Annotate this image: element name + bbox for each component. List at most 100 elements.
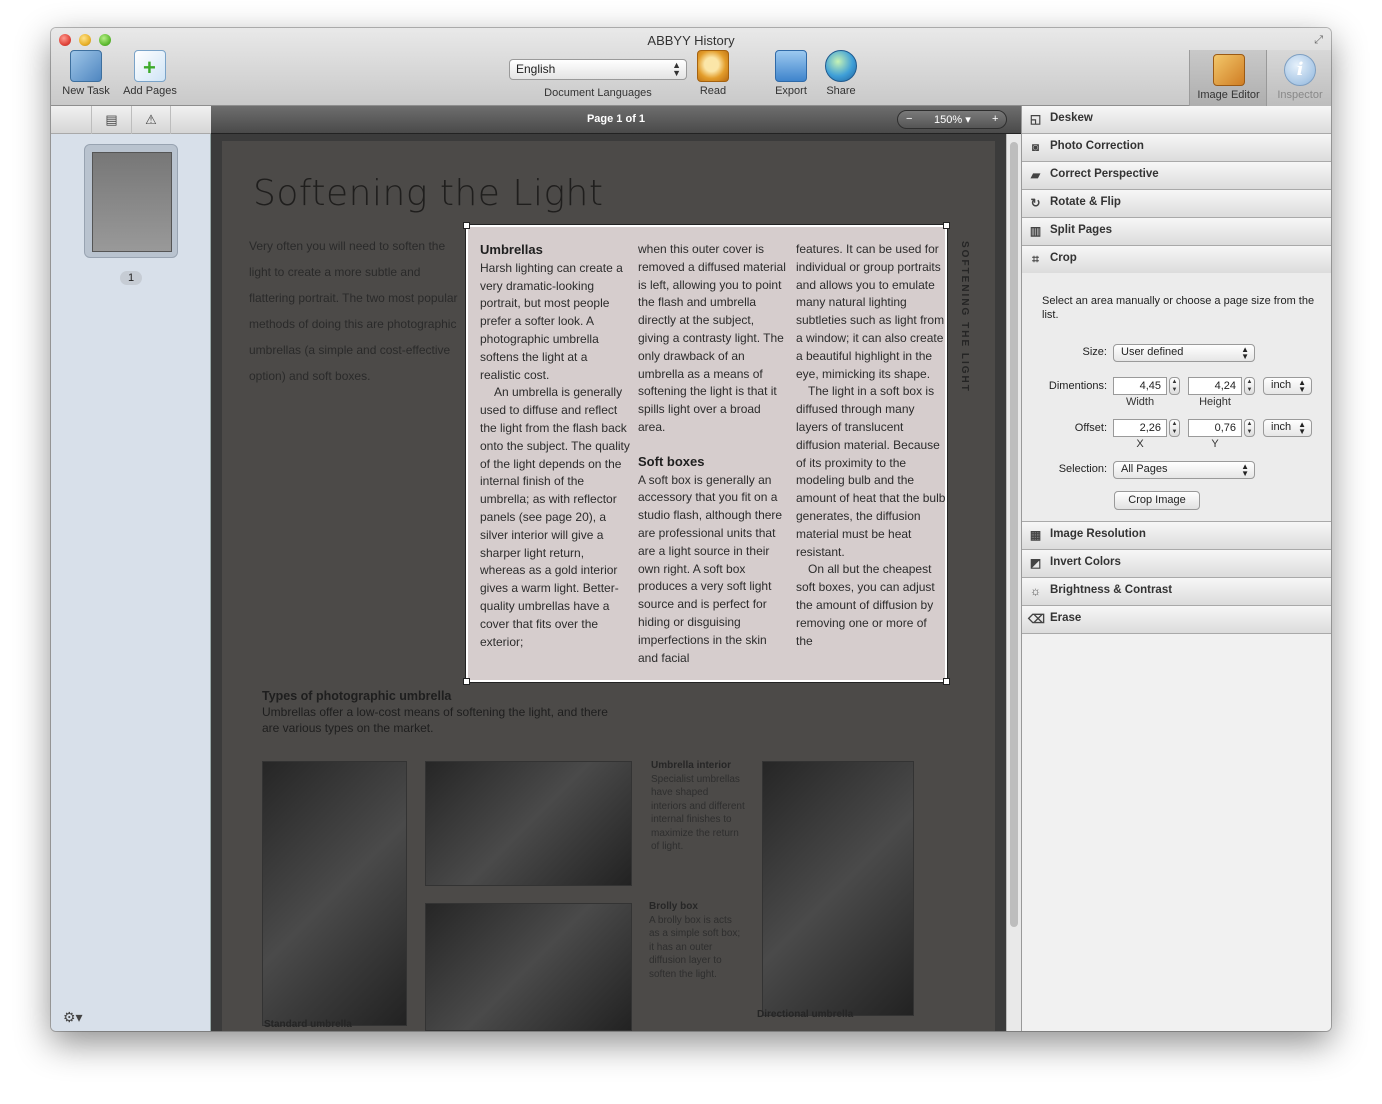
- invert-colors-section[interactable]: ◩ Invert Colors: [1022, 550, 1331, 578]
- document-languages-label: Document Languages: [544, 87, 652, 99]
- brolly-box-heading: Brolly box: [649, 901, 698, 912]
- inspector-button[interactable]: i Inspector: [1268, 54, 1331, 101]
- deskew-section[interactable]: ◱ Deskew: [1022, 106, 1331, 134]
- image-resolution-section[interactable]: ▦ Image Resolution: [1022, 522, 1331, 550]
- select-arrows-icon: ▲ ▼: [672, 60, 681, 78]
- brightness-contrast-section[interactable]: ☼ Brightness & Contrast: [1022, 578, 1331, 606]
- size-label: Size:: [1082, 346, 1107, 358]
- invert-colors-label: Invert Colors: [1050, 556, 1121, 568]
- selection-value: All Pages: [1121, 463, 1168, 475]
- width-field[interactable]: 4,45: [1113, 377, 1167, 395]
- select-arrows-icon: ▲ ▼: [1241, 345, 1249, 361]
- page-thumbnail-image: [92, 152, 172, 252]
- inspector-label: Inspector: [1277, 89, 1323, 101]
- width-stepper[interactable]: ▲ ▼: [1169, 377, 1180, 395]
- crop-handle-bottom-right[interactable]: [943, 678, 950, 685]
- crop-handle-top-right[interactable]: [943, 222, 950, 229]
- correct-perspective-label: Correct Perspective: [1050, 168, 1159, 180]
- offset-x-stepper[interactable]: ▲ ▼: [1169, 419, 1180, 437]
- share-button[interactable]: Share: [821, 50, 861, 97]
- image-editor-button[interactable]: Image Editor: [1190, 50, 1267, 106]
- correct-perspective-section[interactable]: ▰ Correct Perspective: [1022, 162, 1331, 190]
- zoom-out-button[interactable]: −: [906, 113, 912, 125]
- crop-settings: Select an area manually or choose a page…: [1022, 273, 1331, 522]
- split-pages-section[interactable]: ▥ Split Pages: [1022, 218, 1331, 246]
- column-1-text: Harsh lighting can create a very dramati…: [480, 260, 623, 382]
- new-task-button[interactable]: New Task: [59, 50, 113, 97]
- magic-wand-icon: [70, 50, 102, 82]
- umbrella-types-block: Types of photographic umbrella Umbrellas…: [262, 688, 622, 736]
- brightness-contrast-label: Brightness & Contrast: [1050, 584, 1173, 596]
- umbrella-types-heading: Types of photographic umbrella: [262, 689, 452, 703]
- offset-y-field[interactable]: 0,76: [1188, 419, 1242, 437]
- umbrellas-heading: Umbrellas: [480, 242, 543, 257]
- page-view-tab[interactable]: ▤: [91, 106, 131, 134]
- select-arrows-icon: ▲ ▼: [1298, 378, 1306, 394]
- select-arrows-icon: ▲ ▼: [1241, 462, 1249, 478]
- height-field[interactable]: 4,24: [1188, 377, 1242, 395]
- language-value: English: [516, 62, 556, 76]
- column-3: features. It can be used for individual …: [796, 241, 946, 650]
- selection-select[interactable]: All Pages ▲ ▼: [1113, 461, 1255, 479]
- zoom-level-select[interactable]: 150% ▾: [934, 113, 971, 126]
- offset-x-field[interactable]: 2,26: [1113, 419, 1167, 437]
- document-side-title: SOFTENING THE LIGHT: [959, 241, 970, 393]
- erase-label: Erase: [1050, 612, 1082, 624]
- add-pages-button[interactable]: + Add Pages: [121, 50, 179, 97]
- selection-label: Selection:: [1058, 463, 1107, 475]
- invert-colors-icon: ◩: [1029, 556, 1042, 570]
- new-task-label: New Task: [62, 85, 110, 97]
- crop-image-button[interactable]: Crop Image: [1114, 491, 1200, 510]
- offset-x-caption: X: [1136, 438, 1144, 450]
- brightness-icon: ☼: [1030, 584, 1041, 598]
- crop-handle-top-left[interactable]: [463, 222, 470, 229]
- zoom-in-button[interactable]: +: [992, 113, 998, 125]
- standard-umbrella-photo: [262, 761, 407, 1026]
- scrollbar-thumb[interactable]: [1010, 142, 1018, 927]
- gear-icon[interactable]: ⚙▾: [63, 1009, 83, 1026]
- offset-y-stepper[interactable]: ▲ ▼: [1244, 419, 1255, 437]
- crop-handle-bottom-left[interactable]: [463, 678, 470, 685]
- page-thumbnail[interactable]: [84, 144, 178, 258]
- crop-selection[interactable]: Umbrellas Harsh lighting can create a ve…: [463, 222, 950, 685]
- document-image[interactable]: Softening the Light Very often you will …: [222, 141, 995, 1031]
- read-magnifier-icon: [697, 50, 729, 82]
- pages-panel-tabs: ▤ ⚠: [51, 106, 211, 134]
- offset-label: Offset:: [1074, 422, 1107, 434]
- document-language-select[interactable]: English ▲ ▼: [509, 59, 687, 80]
- directional-umbrella-photo: [762, 761, 914, 1016]
- dimension-unit-select[interactable]: inch ▲ ▼: [1263, 377, 1312, 395]
- read-button[interactable]: Read: [693, 50, 733, 97]
- deskew-label: Deskew: [1050, 112, 1093, 124]
- export-button[interactable]: Export: [769, 50, 813, 97]
- share-globe-icon: [825, 50, 857, 82]
- rotate-flip-section[interactable]: ↻ Rotate & Flip: [1022, 190, 1331, 218]
- column-1-text-2: An umbrella is generally used to diffuse…: [480, 385, 630, 649]
- eraser-icon: ⌫: [1028, 612, 1045, 626]
- height-stepper[interactable]: ▲ ▼: [1244, 377, 1255, 395]
- umbrella-interior-photo: [425, 761, 632, 886]
- erase-section[interactable]: ⌫ Erase: [1022, 606, 1331, 634]
- column-1: Umbrellas Harsh lighting can create a ve…: [480, 241, 630, 651]
- document-intro: Very often you will need to soften the l…: [249, 239, 458, 383]
- deskew-icon: ◱: [1029, 112, 1042, 126]
- view-mode-group: Image Editor i Inspector: [1189, 50, 1331, 106]
- width-caption: Width: [1125, 396, 1155, 408]
- photo-correction-section[interactable]: ◙ Photo Correction: [1022, 134, 1331, 162]
- size-value: User defined: [1121, 346, 1184, 358]
- brolly-box-photo: [425, 903, 632, 1031]
- warning-icon: ⚠: [145, 112, 157, 127]
- size-select[interactable]: User defined ▲ ▼: [1113, 344, 1255, 362]
- offset-unit-select[interactable]: inch ▲ ▼: [1263, 419, 1312, 437]
- crop-section[interactable]: ⌗ Crop: [1022, 246, 1331, 274]
- fullscreen-icon[interactable]: ⤢: [1314, 34, 1323, 47]
- page-bar: Page 1 of 1 − 150% ▾ +: [211, 106, 1021, 134]
- window-title: ABBYY History: [647, 33, 735, 48]
- split-pages-label: Split Pages: [1050, 224, 1112, 236]
- camera-icon: ◙: [1031, 140, 1040, 154]
- vertical-scrollbar[interactable]: [1006, 134, 1021, 1031]
- brolly-box-caption: Brolly box A brolly box is acts as a sim…: [649, 900, 744, 981]
- warnings-tab[interactable]: ⚠: [131, 106, 171, 134]
- crop-label: Crop: [1050, 252, 1077, 264]
- perspective-icon: ▰: [1030, 168, 1041, 182]
